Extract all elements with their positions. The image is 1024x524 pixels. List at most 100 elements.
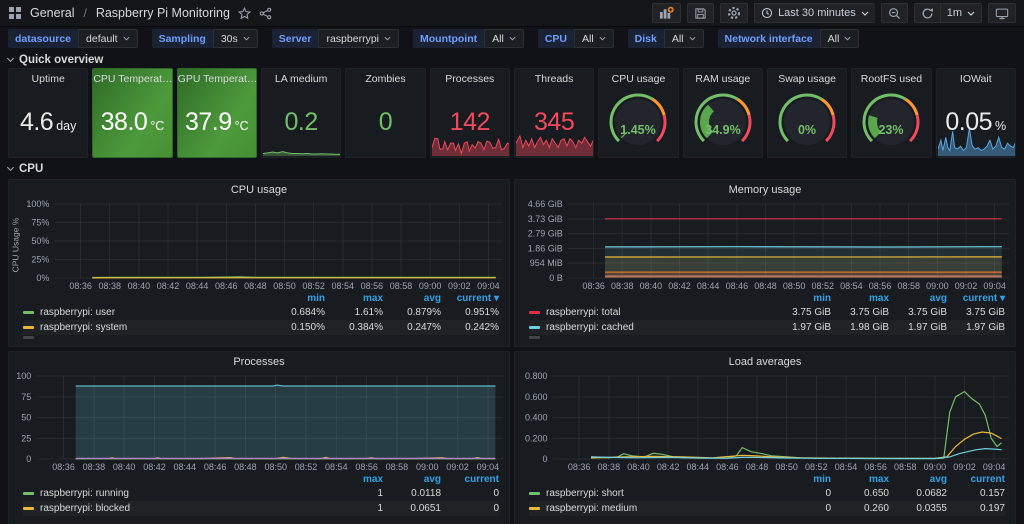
legend-header-min[interactable]: min [773,474,831,485]
legend-value: 3.75 GiB [947,307,1005,318]
chevron-down-icon [861,11,869,16]
svg-text:25%: 25% [31,255,49,265]
svg-text:08:42: 08:42 [143,462,166,472]
legend-value: 0.260 [831,503,889,514]
gauge: 23% [852,87,930,153]
legend-value: 0 [441,488,499,499]
legend-swatch [529,507,540,510]
legend-series-label[interactable]: raspberrypi: system [40,322,127,333]
zoom-out-time-button[interactable] [881,3,908,23]
legend-header-max[interactable]: max [325,293,383,304]
variable-value-dropdown[interactable]: All [484,29,524,48]
legend-header-current[interactable]: current [947,474,1005,485]
legend-value: 0.951% [441,307,499,318]
svg-text:08:44: 08:44 [174,462,197,472]
legend-header-min[interactable]: min [267,293,325,304]
svg-text:08:36: 08:36 [568,462,591,472]
variable-label: Mountpoint [413,29,484,48]
svg-text:08:50: 08:50 [264,462,287,472]
row-header-cpu[interactable]: CPU [0,160,1024,177]
legend-header-row: maxavgcurrent [23,473,499,486]
breadcrumb-section[interactable]: General [30,6,74,20]
time-series-chart[interactable]: 08:3608:3808:4008:4208:4408:4608:4808:50… [22,197,509,292]
variable-value-dropdown[interactable]: raspberrypi [318,29,399,48]
svg-text:08:58: 08:58 [390,281,413,291]
legend-value: 1.97 GiB [947,322,1005,333]
svg-text:09:02: 09:02 [446,462,469,472]
panel-processes-graph: Processes 08:3608:3808:4008:4208:4408:46… [8,351,510,524]
legend-value: 0.0118 [383,488,441,499]
panel-uptime: Uptime4.6day [8,68,88,158]
star-icon[interactable] [238,7,251,20]
legend-row: raspberrypi: system0.150%0.384%0.247%0.2… [23,320,499,335]
chart-legend: minmaxavgcurrentraspberrypi: short00.650… [515,473,1015,516]
gauge: 34.9% [684,87,762,153]
legend-series-label[interactable]: raspberrypi: short [546,488,624,499]
legend-header-avg[interactable]: avg [889,474,947,485]
legend-header-current[interactable]: current ▾ [441,293,499,304]
panel-cpu-usage-graph: CPU usage CPU Usage % 08:3608:3808:4008:… [8,179,510,347]
kiosk-mode-button[interactable] [988,3,1016,23]
row-header-quick-overview[interactable]: Quick overview [0,51,1024,68]
svg-text:25: 25 [21,433,31,443]
svg-text:09:04: 09:04 [983,462,1006,472]
legend-header-max[interactable]: max [831,293,889,304]
legend-series-label[interactable]: raspberrypi: blocked [40,503,130,514]
legend-header-row: minmaxavgcurrent ▾ [23,292,499,305]
svg-text:09:00: 09:00 [419,281,442,291]
legend-series-label[interactable]: raspberrypi: cached [546,322,634,333]
variable-value-dropdown[interactable]: default [78,29,138,48]
legend-series-label[interactable]: raspberrypi: total [546,307,620,318]
chevron-down-icon [967,11,975,16]
svg-text:23%: 23% [879,123,904,137]
legend-row: raspberrypi: cached1.97 GiB1.98 GiB1.97 … [529,320,1005,335]
time-series-chart[interactable]: 08:3608:3808:4008:4208:4408:4608:4808:50… [515,369,1015,473]
legend-header-avg[interactable]: avg [383,293,441,304]
legend-row: raspberrypi: total3.75 GiB3.75 GiB3.75 G… [529,305,1005,320]
gauge: 1.45% [599,87,677,153]
legend-header-avg[interactable]: avg [889,293,947,304]
legend-series-label[interactable]: raspberrypi: medium [546,503,637,514]
dashboard-title[interactable]: Raspberry Pi Monitoring [96,6,230,20]
legend-row-partial [529,335,1005,340]
legend-value: 0.197 [947,503,1005,514]
svg-text:75: 75 [21,392,31,402]
svg-text:08:38: 08:38 [598,462,621,472]
save-dashboard-button[interactable] [687,3,714,23]
legend-series-label[interactable]: raspberrypi: user [40,307,115,318]
share-icon[interactable] [259,7,272,20]
time-range-picker[interactable]: Last 30 minutes [754,3,875,23]
legend-header-current[interactable]: current ▾ [947,293,1005,304]
variable-value-dropdown[interactable]: All [574,29,614,48]
legend-header-current[interactable]: current [441,474,499,485]
chevron-down-icon [123,36,130,41]
time-series-chart[interactable]: 08:3608:3808:4008:4208:4408:4608:4808:50… [9,369,509,473]
legend-series-label[interactable]: raspberrypi: running [40,488,129,499]
chevron-down-icon [599,36,606,41]
legend-header-avg[interactable]: avg [383,474,441,485]
refresh-interval-picker[interactable]: 1m [940,3,982,23]
legend-value: 0 [441,503,499,514]
refresh-button[interactable] [914,3,940,23]
legend-header-max[interactable]: max [325,474,383,485]
svg-text:08:36: 08:36 [52,462,75,472]
clock-icon [761,7,773,19]
variable-label: Sampling [152,29,213,48]
svg-text:08:52: 08:52 [805,462,828,472]
legend-value: 1.97 GiB [773,322,831,333]
add-panel-button[interactable] [652,3,681,23]
stat-value: 0.2 [285,108,318,137]
legend-header-min[interactable]: min [773,293,831,304]
apps-grid-icon[interactable] [8,6,22,20]
legend-row-partial [23,335,499,340]
variable-value-dropdown[interactable]: All [664,29,704,48]
time-series-chart[interactable]: 08:3608:3808:4008:4208:4408:4608:4808:50… [515,197,1015,292]
svg-text:08:56: 08:56 [869,281,892,291]
legend-row: raspberrypi: medium00.2600.03550.197 [529,501,1005,516]
variable-value-dropdown[interactable]: 30s [213,29,258,48]
svg-text:0: 0 [26,454,31,464]
legend-value: 0.242% [441,322,499,333]
variable-value-dropdown[interactable]: All [820,29,860,48]
dashboard-settings-button[interactable] [720,3,748,23]
legend-header-max[interactable]: max [831,474,889,485]
